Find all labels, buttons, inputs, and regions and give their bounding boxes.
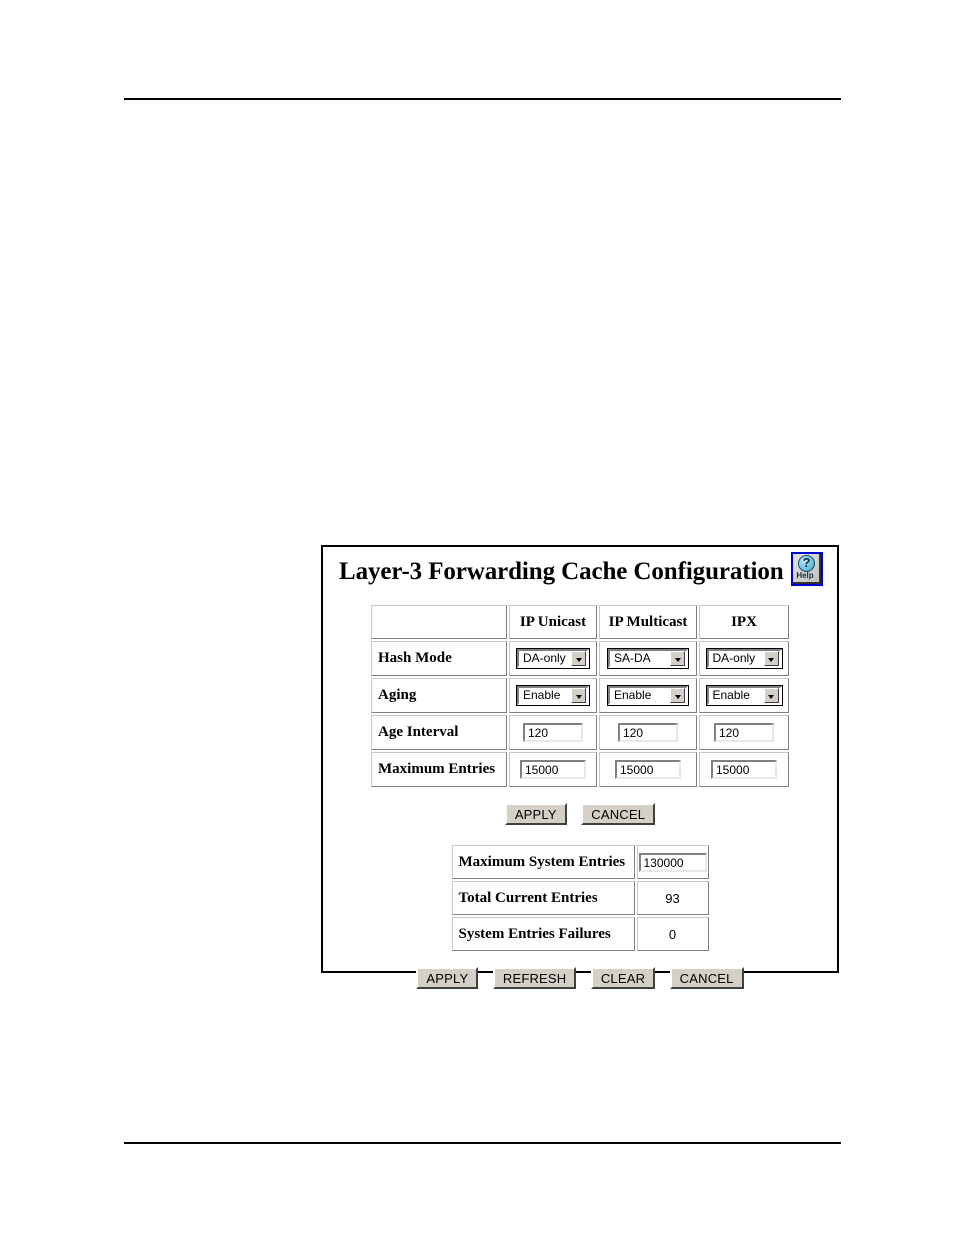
chevron-down-icon[interactable] <box>763 688 779 703</box>
row-label-system-entries-failures: System Entries Failures <box>451 917 635 951</box>
help-button[interactable]: ? Help <box>791 552 823 586</box>
maximum-entries-ip-unicast-input[interactable]: 15000 <box>520 760 586 779</box>
age-interval-ip-multicast-input[interactable]: 120 <box>618 723 678 742</box>
help-button-label: Help <box>796 571 814 580</box>
value-total-current-entries: 93 <box>636 881 709 915</box>
age-interval-ip-unicast-input[interactable]: 120 <box>523 723 583 742</box>
maximum-entries-ipx-input[interactable]: 15000 <box>711 760 777 779</box>
forwarding-cache-config-table: IP Unicast IP Multicast IPX Hash Mode DA… <box>369 603 791 789</box>
panel-header: Layer-3 Forwarding Cache Configuration ?… <box>323 547 837 603</box>
aging-ip-multicast-value: Enable <box>614 688 652 702</box>
cell-age-interval-ip-unicast: 120 <box>509 715 597 750</box>
row-label-maximum-system-entries: Maximum System Entries <box>451 845 635 879</box>
cell-aging-ipx: Enable <box>699 678 789 713</box>
header-cell-ipx: IPX <box>699 605 789 639</box>
header-cell-blank <box>371 605 507 639</box>
row-label-hash-mode: Hash Mode <box>371 641 507 676</box>
cell-aging-ip-multicast: Enable <box>599 678 697 713</box>
aging-ip-multicast-select[interactable]: Enable <box>607 685 689 706</box>
cell-maximum-entries-ipx: 15000 <box>699 752 789 787</box>
table-row-aging: Aging Enable Enable Enable <box>371 678 789 713</box>
aging-ip-unicast-value: Enable <box>523 688 561 702</box>
maximum-system-entries-input[interactable]: 130000 <box>638 852 707 872</box>
table-row-maximum-entries: Maximum Entries 15000 15000 15000 <box>371 752 789 787</box>
hash-mode-ipx-value: DA-only <box>712 651 756 665</box>
header-cell-ip-multicast: IP Multicast <box>599 605 697 639</box>
config-apply-button[interactable]: APPLY <box>504 803 567 825</box>
page-footer-rule <box>124 1142 841 1144</box>
chevron-down-icon[interactable] <box>670 688 685 703</box>
row-label-maximum-entries: Maximum Entries <box>371 752 507 787</box>
cell-age-interval-ipx: 120 <box>699 715 789 750</box>
cell-maximum-entries-ip-multicast: 15000 <box>599 752 697 787</box>
hash-mode-ip-unicast-select[interactable]: DA-only <box>516 648 590 669</box>
cell-maximum-system-entries: 130000 <box>636 845 709 879</box>
aging-ip-unicast-select[interactable]: Enable <box>516 685 590 706</box>
table-row-total-current-entries: Total Current Entries 93 <box>451 881 709 915</box>
chevron-down-icon[interactable] <box>571 651 586 666</box>
cell-hash-mode-ipx: DA-only <box>699 641 789 676</box>
aging-ipx-value: Enable <box>712 688 750 702</box>
table-row-hash-mode: Hash Mode DA-only SA-DA DA-only <box>371 641 789 676</box>
help-question-glyph: ? <box>802 555 811 570</box>
hash-mode-ip-unicast-value: DA-only <box>523 651 566 665</box>
hash-mode-ip-multicast-select[interactable]: SA-DA <box>607 648 689 669</box>
page-title: Layer-3 Forwarding Cache Configuration <box>339 558 784 585</box>
maximum-entries-ip-multicast-input[interactable]: 15000 <box>615 760 681 779</box>
system-apply-button[interactable]: APPLY <box>416 967 479 989</box>
spacer-system-buttons <box>323 953 837 967</box>
table-row-system-entries-failures: System Entries Failures 0 <box>451 917 709 951</box>
cell-hash-mode-ip-unicast: DA-only <box>509 641 597 676</box>
hash-mode-ipx-select[interactable]: DA-only <box>705 648 783 669</box>
cell-hash-mode-ip-multicast: SA-DA <box>599 641 697 676</box>
config-button-row: APPLY CANCEL <box>323 803 837 825</box>
age-interval-ipx-input[interactable]: 120 <box>714 723 774 742</box>
row-label-aging: Aging <box>371 678 507 713</box>
cell-maximum-entries-ip-unicast: 15000 <box>509 752 597 787</box>
aging-ipx-select[interactable]: Enable <box>705 685 783 706</box>
layer3-forwarding-cache-panel: Layer-3 Forwarding Cache Configuration ?… <box>321 545 839 989</box>
system-clear-button[interactable]: CLEAR <box>590 967 656 989</box>
spacer-config-buttons <box>323 789 837 803</box>
row-label-total-current-entries: Total Current Entries <box>451 881 635 915</box>
chevron-down-icon[interactable] <box>571 688 586 703</box>
system-entries-table: Maximum System Entries 130000 Total Curr… <box>449 843 711 953</box>
cell-age-interval-ip-multicast: 120 <box>599 715 697 750</box>
help-button-face: ? Help <box>793 554 821 584</box>
spacer-system-table <box>323 825 837 843</box>
table-header-row: IP Unicast IP Multicast IPX <box>371 605 789 639</box>
system-button-row: APPLY REFRESH CLEAR CANCEL <box>323 967 837 989</box>
row-label-age-interval: Age Interval <box>371 715 507 750</box>
table-row-age-interval: Age Interval 120 120 120 <box>371 715 789 750</box>
system-refresh-button[interactable]: REFRESH <box>492 967 577 989</box>
chevron-down-icon[interactable] <box>763 651 779 666</box>
header-cell-ip-unicast: IP Unicast <box>509 605 597 639</box>
table-row-maximum-system-entries: Maximum System Entries 130000 <box>451 845 709 879</box>
hash-mode-ip-multicast-value: SA-DA <box>614 651 651 665</box>
value-system-entries-failures: 0 <box>636 917 709 951</box>
cell-aging-ip-unicast: Enable <box>509 678 597 713</box>
page-header-rule <box>124 98 841 100</box>
config-cancel-button[interactable]: CANCEL <box>581 803 656 825</box>
chevron-down-icon[interactable] <box>670 651 685 666</box>
system-cancel-button[interactable]: CANCEL <box>669 967 744 989</box>
